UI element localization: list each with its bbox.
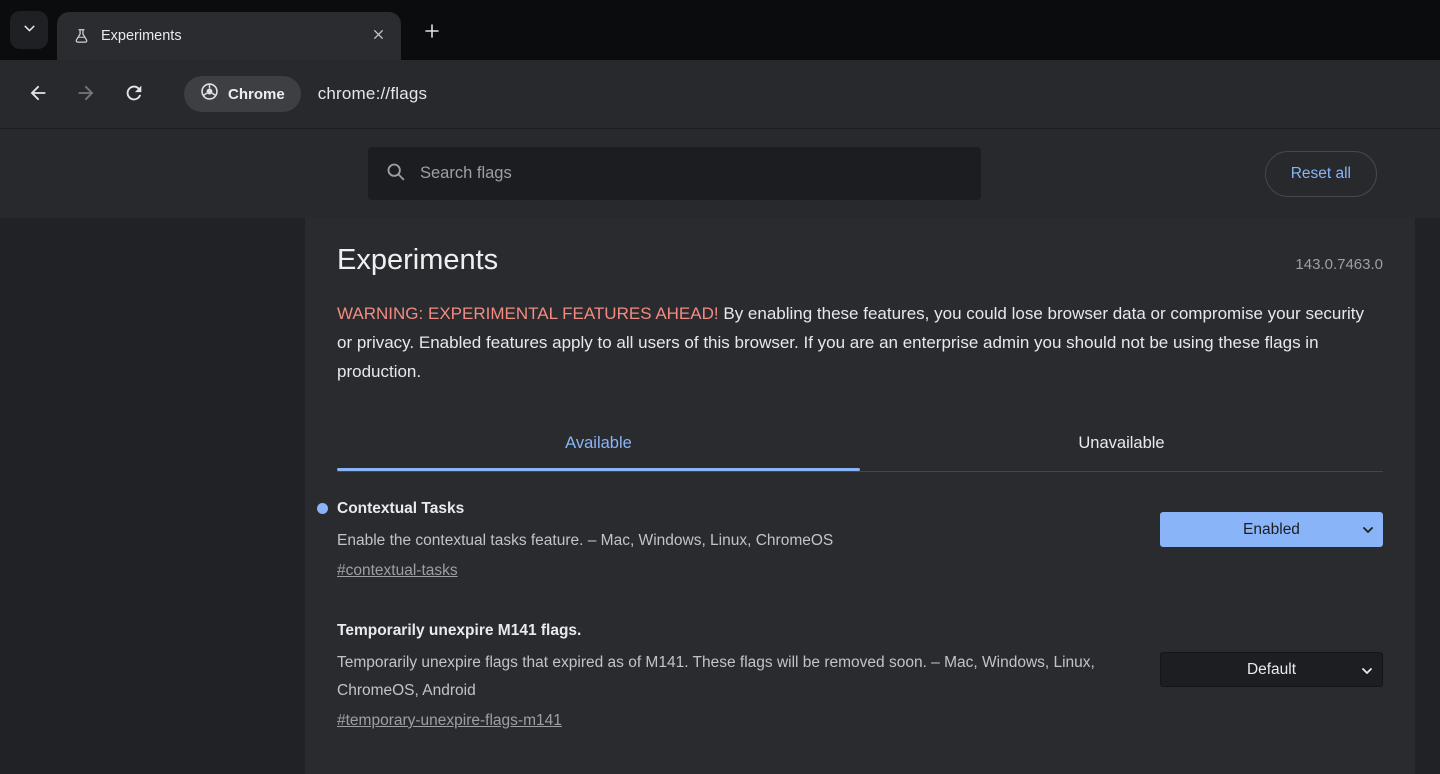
version-label: 143.0.7463.0 xyxy=(1295,256,1383,277)
flags-search-header: Reset all xyxy=(0,128,1440,218)
flag-row-unexpire-m141: Temporarily unexpire M141 flags. Tempora… xyxy=(337,580,1383,730)
flag-text-block: Temporarily unexpire M141 flags. Tempora… xyxy=(337,622,1142,730)
flag-select-unexpire-m141[interactable]: Default xyxy=(1160,652,1383,687)
flag-select-value: Enabled xyxy=(1243,521,1300,539)
flask-icon xyxy=(73,28,90,45)
browser-tab-experiments[interactable]: Experiments xyxy=(57,12,401,60)
flag-permalink[interactable]: #temporary-unexpire-flags-m141 xyxy=(337,712,562,730)
address-bar-url[interactable]: chrome://flags xyxy=(318,84,1440,104)
chrome-logo-icon xyxy=(200,82,219,106)
flag-title: Contextual Tasks xyxy=(337,500,1142,518)
chevron-down-icon xyxy=(21,20,38,40)
flag-permalink[interactable]: #contextual-tasks xyxy=(337,562,458,580)
search-icon xyxy=(385,161,406,187)
reset-all-button[interactable]: Reset all xyxy=(1265,151,1377,197)
search-box xyxy=(368,147,981,200)
chevron-down-icon xyxy=(1361,664,1373,682)
page-title: Experiments xyxy=(337,244,498,277)
search-flags-input[interactable] xyxy=(420,164,964,183)
tab-available-label: Available xyxy=(565,434,632,452)
chrome-badge-label: Chrome xyxy=(228,86,285,103)
tab-title: Experiments xyxy=(101,28,365,44)
flag-description: Temporarily unexpire flags that expired … xyxy=(337,649,1142,705)
forward-button[interactable] xyxy=(66,74,106,114)
warning-highlight: WARNING: EXPERIMENTAL FEATURES AHEAD! xyxy=(337,304,719,323)
back-button[interactable] xyxy=(18,74,58,114)
flag-description: Enable the contextual tasks feature. – M… xyxy=(337,527,1142,555)
tab-available[interactable]: Available xyxy=(337,420,860,471)
tab-search-button[interactable] xyxy=(10,11,48,49)
tab-unavailable[interactable]: Unavailable xyxy=(860,420,1383,471)
reload-icon xyxy=(123,82,145,107)
flag-text-block: Contextual Tasks Enable the contextual t… xyxy=(337,500,1142,580)
title-row: Experiments 143.0.7463.0 xyxy=(337,244,1383,277)
browser-window: Experiments xyxy=(0,0,1440,774)
forward-arrow-icon xyxy=(75,82,97,107)
chrome-badge[interactable]: Chrome xyxy=(184,76,301,112)
back-arrow-icon xyxy=(27,82,49,107)
page-background: Experiments 143.0.7463.0 WARNING: EXPERI… xyxy=(0,218,1440,774)
tab-unavailable-label: Unavailable xyxy=(1078,434,1164,452)
flag-select-value: Default xyxy=(1247,661,1296,679)
flag-actions: Default xyxy=(1160,622,1383,730)
plus-icon xyxy=(423,22,441,43)
flag-select-contextual-tasks[interactable]: Enabled xyxy=(1160,512,1383,547)
chevron-down-icon xyxy=(1362,523,1374,541)
flags-tabs: Available Unavailable xyxy=(337,420,1383,471)
close-icon xyxy=(372,28,385,44)
navigation-toolbar: Chrome chrome://flags xyxy=(0,60,1440,128)
flag-title: Temporarily unexpire M141 flags. xyxy=(337,622,1142,640)
modified-indicator-dot xyxy=(317,503,328,514)
tab-strip: Experiments xyxy=(0,0,1440,60)
tab-close-button[interactable] xyxy=(365,23,391,49)
flag-title-text: Contextual Tasks xyxy=(337,500,464,517)
flag-title-text: Temporarily unexpire M141 flags. xyxy=(337,622,581,639)
warning-text: WARNING: EXPERIMENTAL FEATURES AHEAD! By… xyxy=(337,299,1372,386)
flags-content: Experiments 143.0.7463.0 WARNING: EXPERI… xyxy=(305,218,1415,774)
flag-row-contextual-tasks: Contextual Tasks Enable the contextual t… xyxy=(337,472,1383,580)
reload-button[interactable] xyxy=(114,74,154,114)
flag-actions: Enabled xyxy=(1160,500,1383,580)
new-tab-button[interactable] xyxy=(414,14,450,50)
